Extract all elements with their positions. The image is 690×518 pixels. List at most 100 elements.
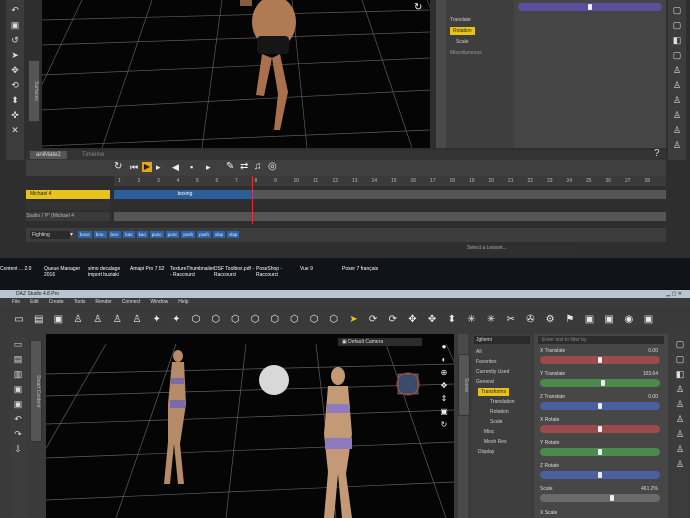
cube-icon[interactable]: ⬡ <box>249 314 261 326</box>
figure-right[interactable] <box>324 367 352 518</box>
slider-thumb[interactable] <box>601 380 606 386</box>
cube-icon[interactable]: ⬡ <box>269 314 281 326</box>
pan-icon[interactable]: ✥ <box>438 379 450 392</box>
filter-arrow-icon[interactable]: ▾ <box>70 231 73 238</box>
cube-icon[interactable]: ⬡ <box>229 314 241 326</box>
desktop-shortcut[interactable]: TextureThumbnailer - Raccourci <box>170 266 214 278</box>
menu-item[interactable]: Help <box>178 299 188 305</box>
rotate-icon[interactable]: ⟳ <box>367 314 379 326</box>
figure-icon[interactable]: ♙ <box>672 65 682 75</box>
move-icon[interactable]: ✥ <box>426 314 438 326</box>
slider-thumb[interactable] <box>598 449 602 455</box>
open-icon[interactable]: ▤ <box>33 314 45 326</box>
universal-icon[interactable]: ✜ <box>10 110 20 120</box>
figure-icon[interactable]: ♙ <box>675 414 685 424</box>
select-icon[interactable]: ➤ <box>10 50 20 60</box>
figure-icon[interactable]: ♙ <box>131 314 143 326</box>
tree-item-scale[interactable]: Scale <box>456 38 469 46</box>
slider-thumb[interactable] <box>598 403 602 409</box>
tool-icon[interactable]: ✇ <box>524 314 536 326</box>
lesson-chip[interactable]: push <box>181 231 196 238</box>
cube-icon[interactable]: ▢ <box>672 20 682 30</box>
stop-icon[interactable]: ◀ <box>172 162 179 173</box>
category-item[interactable]: Transforms <box>478 388 510 396</box>
desktop-shortcut[interactable]: PoseShop - Raccourci <box>256 266 296 278</box>
filter-dropdown[interactable]: Fighting <box>30 231 70 239</box>
import-icon[interactable]: ⇩ <box>13 444 23 454</box>
slider-value[interactable]: 0.00 <box>648 348 658 354</box>
tool-icon[interactable]: ✎ <box>226 161 234 172</box>
save-icon[interactable]: ▣ <box>13 399 23 409</box>
render-icon[interactable]: ▣ <box>603 314 615 326</box>
menu-item[interactable]: Connect <box>122 299 141 305</box>
category-item[interactable]: Favorites <box>476 358 497 366</box>
figure-icon[interactable]: ♙ <box>672 125 682 135</box>
play-button[interactable]: ▶ <box>142 162 152 172</box>
camera-dropdown[interactable]: ▣ Default Camera <box>338 338 422 346</box>
tree-item-misc[interactable]: Miscellaneous <box>450 49 482 57</box>
render-icon[interactable]: ▣ <box>643 314 655 326</box>
desktop-shortcut[interactable]: simo decalage import buziaki <box>88 266 128 278</box>
tab-timeline[interactable]: Timeline <box>76 151 110 159</box>
select-icon[interactable]: ➤ <box>347 314 359 326</box>
category-dropdown[interactable]: Jgltemi <box>474 336 530 344</box>
parameter-slider[interactable] <box>540 425 660 433</box>
loop-icon[interactable]: ↻ <box>114 161 122 172</box>
lesson-chip[interactable]: push <box>197 231 211 238</box>
boxing-clip[interactable]: boxing <box>114 190 256 199</box>
desktop-shortcut[interactable]: Amapi Pro 7.52 <box>130 266 170 272</box>
desktop-shortcut[interactable]: Content ... 2.0 <box>0 266 40 272</box>
tool-icon[interactable]: ⚙ <box>544 314 556 326</box>
category-item[interactable]: Misc <box>484 428 494 436</box>
tool-icon[interactable]: ✂ <box>505 314 517 326</box>
lesson-chip[interactable]: slap <box>227 231 240 238</box>
parameter-slider[interactable] <box>540 494 660 502</box>
cube-icon[interactable]: ⬡ <box>308 314 320 326</box>
slider-thumb[interactable] <box>609 495 614 501</box>
tree-item-translate[interactable]: Translate <box>450 16 471 24</box>
frame-icon[interactable]: ▸ <box>206 162 211 173</box>
new-icon[interactable]: ▭ <box>13 314 25 326</box>
frame-icon[interactable]: ▣ <box>438 405 450 418</box>
figure-icon[interactable]: ♙ <box>672 80 682 90</box>
folder-icon[interactable]: ▥ <box>13 369 23 379</box>
prop-icon[interactable]: ✦ <box>170 314 182 326</box>
cube-icon[interactable]: ▢ <box>672 50 682 60</box>
category-item[interactable]: General <box>476 378 494 386</box>
parameter-slider[interactable] <box>540 471 660 479</box>
filter-input[interactable]: Enter text to filter by <box>538 336 664 344</box>
parameter-slider[interactable] <box>540 356 660 364</box>
menu-item[interactable]: Render <box>95 299 111 305</box>
save-icon[interactable]: ▣ <box>13 384 23 394</box>
figure-icon[interactable]: ♙ <box>111 314 123 326</box>
cube-icon[interactable]: ◧ <box>675 369 685 379</box>
figure-icon[interactable]: ♙ <box>92 314 104 326</box>
category-item[interactable]: Translation <box>490 398 515 406</box>
tree-item-rotation[interactable]: Rotation <box>450 27 475 35</box>
slider-thumb[interactable] <box>598 472 602 478</box>
shapes-icon[interactable]: ✕ <box>10 125 20 135</box>
figure-icon[interactable]: ♙ <box>72 314 84 326</box>
redo-icon[interactable]: ↷ <box>13 429 23 439</box>
folder-icon[interactable]: ▤ <box>13 354 23 364</box>
playhead[interactable] <box>252 176 253 224</box>
top-side-tab[interactable]: Surfaces <box>28 60 40 122</box>
cube-icon[interactable]: ⬡ <box>210 314 222 326</box>
bottom-viewport[interactable]: ▣ Default Camera ● ◐ ⊕ ✥ ⇕ ▣ ↻ <box>46 334 454 518</box>
undo-icon[interactable]: ↺ <box>10 35 20 45</box>
menu-item[interactable]: Create <box>49 299 64 305</box>
menu-item[interactable]: Edit <box>30 299 39 305</box>
move-icon[interactable]: ✥ <box>10 65 20 75</box>
lesson-chip[interactable]: kao <box>123 231 135 238</box>
figure-icon[interactable]: ♙ <box>675 384 685 394</box>
move-icon[interactable]: ✥ <box>406 314 418 326</box>
category-item[interactable]: All <box>476 348 482 356</box>
top-viewport[interactable] <box>42 0 430 148</box>
scale-icon[interactable]: ⬍ <box>10 95 20 105</box>
camera-icon[interactable]: ◉ <box>623 314 635 326</box>
lesson-chip[interactable]: kao <box>136 231 148 238</box>
menu-item[interactable]: Tools <box>74 299 86 305</box>
go-start-icon[interactable]: ⏮ <box>130 162 138 173</box>
light-icon[interactable]: ● <box>438 340 450 353</box>
sphere-primitive[interactable] <box>259 365 289 395</box>
